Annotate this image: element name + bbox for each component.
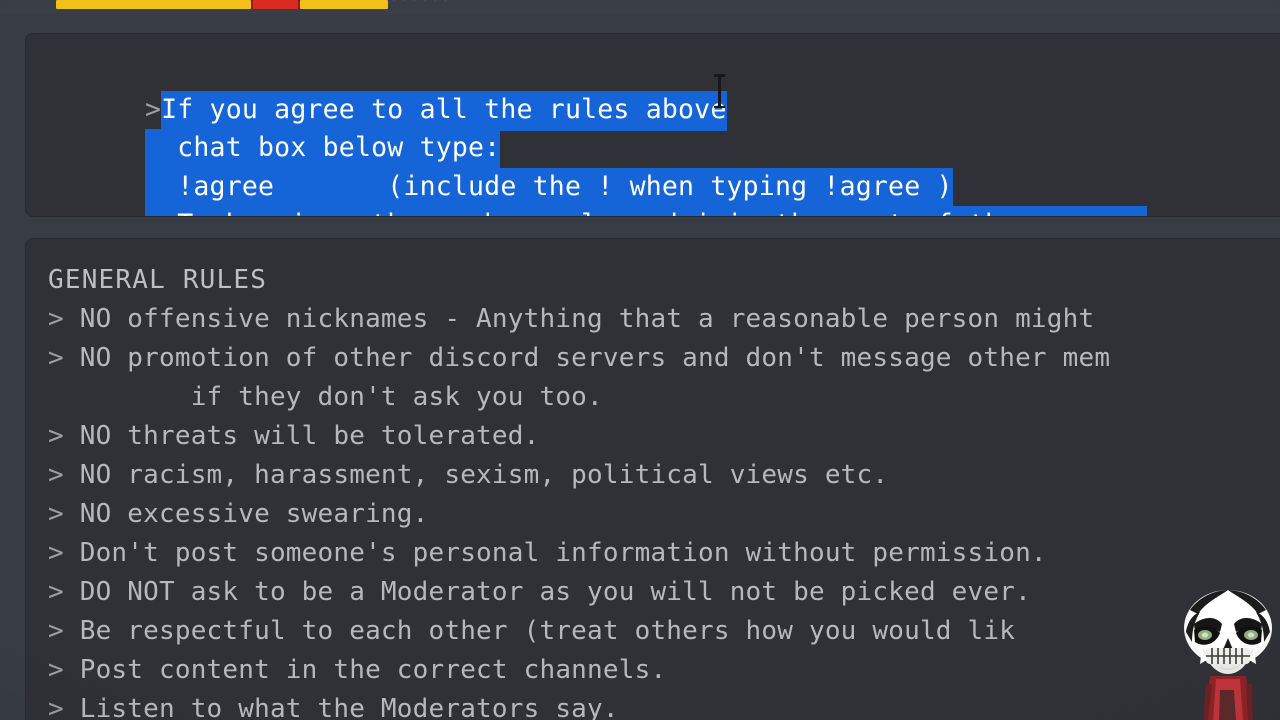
agree-instructions-codeblock[interactable]: >If you agree to all the rules above cha… xyxy=(25,33,1280,217)
quote-marker: > xyxy=(48,343,64,373)
general-rules-codeblock[interactable]: GENERAL RULES > NO offensive nicknames -… xyxy=(25,238,1280,720)
rule-line: > DO NOT ask to be a Moderator as you wi… xyxy=(26,573,1280,612)
quote-marker: > xyxy=(48,538,64,568)
overlay-faded-text: · · · · · · xyxy=(392,0,652,6)
rule-line: > Be respectful to each other (treat oth… xyxy=(26,612,1280,651)
quote-marker: > xyxy=(48,460,64,490)
rule-text: NO offensive nicknames - Anything that a… xyxy=(79,304,1095,334)
rule-text: NO promotion of other discord servers an… xyxy=(79,343,1111,373)
code-line: !agree (include the ! when typing !agree… xyxy=(26,129,1280,208)
quote-marker: > xyxy=(48,304,64,334)
rule-text: NO excessive swearing. xyxy=(79,499,429,529)
rule-text: Don't post someone's personal informatio… xyxy=(79,538,1047,568)
progress-segment-chapter-2[interactable] xyxy=(300,0,388,9)
progress-segment-chapter-marker[interactable] xyxy=(253,0,298,9)
rule-line: > Listen to what the Moderators say. xyxy=(26,690,1280,720)
rule-line: > NO offensive nicknames - Anything that… xyxy=(26,300,1280,339)
quote-marker: > xyxy=(48,577,64,607)
screen-root: · · · · · · >If you agree to all the rul… xyxy=(0,0,1280,720)
quote-marker: > xyxy=(48,694,64,720)
rule-text: Listen to what the Moderators say. xyxy=(79,694,619,720)
rule-text: Post content in the correct channels. xyxy=(79,655,667,685)
rule-text: DO NOT ask to be a Moderator as you will… xyxy=(79,577,1031,607)
rule-line: > NO promotion of other discord servers … xyxy=(26,339,1280,378)
rule-line: > Don't post someone's personal informat… xyxy=(26,534,1280,573)
progress-track[interactable] xyxy=(56,0,388,9)
quote-marker: > xyxy=(48,499,64,529)
rule-line: if they don't ask you too. xyxy=(26,378,1280,417)
progress-segment-chapter-1[interactable] xyxy=(56,0,251,9)
rule-line: > Post content in the correct channels. xyxy=(26,651,1280,690)
rules-heading: GENERAL RULES xyxy=(48,265,268,295)
line-text: To be given the member role and join the… xyxy=(177,209,1146,216)
code-line: To be given the member role and join the… xyxy=(26,168,1280,216)
quote-marker: > xyxy=(48,655,64,685)
rule-line: > NO threats will be tolerated. xyxy=(26,417,1280,456)
code-line-text-selected[interactable]: To be given the member role and join the… xyxy=(144,206,1147,216)
quote-marker: > xyxy=(48,421,64,451)
rule-line: > NO excessive swearing. xyxy=(26,495,1280,534)
rule-text: if they don't ask you too. xyxy=(190,382,603,412)
rule-text: NO threats will be tolerated. xyxy=(79,421,540,451)
rule-text: Be respectful to each other (treat other… xyxy=(79,616,1016,646)
code-line: >If you agree to all the rules above xyxy=(26,52,1280,131)
rule-line: > NO racism, harassment, sexism, politic… xyxy=(26,456,1280,495)
rule-text: NO racism, harassment, sexism, political… xyxy=(79,460,889,490)
quote-marker: > xyxy=(48,616,64,646)
video-progress-bar[interactable]: · · · · · · xyxy=(0,0,1280,14)
code-line: chat box below type: xyxy=(26,91,1280,169)
